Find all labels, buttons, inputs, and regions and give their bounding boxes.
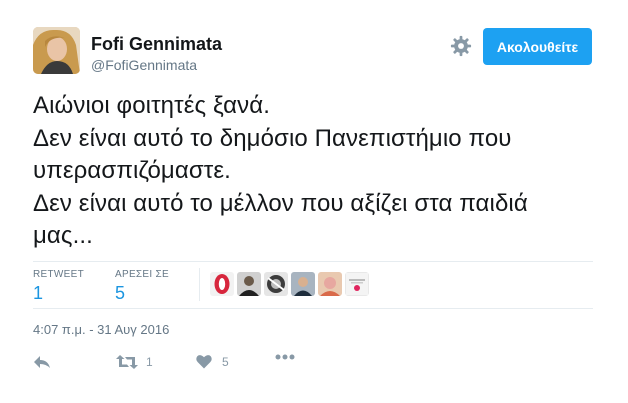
stats-separator: [199, 268, 200, 301]
retweet-icon: [116, 355, 138, 369]
like-count: 5: [222, 354, 229, 369]
gear-icon[interactable]: [450, 35, 472, 57]
tweet-line: Δεν είναι αυτό το μέλλον που αξίζει στα …: [33, 189, 528, 217]
reply-icon: [34, 356, 50, 368]
tweet-line: Δεν είναι αυτό το δημόσιο Πανεπιστήμιο π…: [33, 124, 512, 152]
more-button[interactable]: [275, 354, 295, 360]
liker-avatar[interactable]: [237, 272, 261, 296]
tweet-timestamp[interactable]: 4:07 π.μ. - 31 Αυγ 2016: [33, 322, 169, 337]
heart-icon: [196, 355, 212, 369]
tweet-line: υπερασπιζόμαστε.: [33, 157, 231, 184]
divider: [33, 261, 593, 262]
liker-avatar[interactable]: [291, 272, 315, 296]
divider: [33, 308, 593, 309]
liker-avatar[interactable]: [264, 272, 288, 296]
profile-photo: [33, 27, 80, 74]
retweet-count: 1: [146, 355, 153, 369]
liker-avatars: [210, 272, 369, 296]
likes-count[interactable]: 5: [115, 283, 125, 304]
tweet-line: Αιώνιοι φοιτητές ξανά.: [33, 92, 270, 119]
liker-avatar[interactable]: [210, 272, 234, 296]
reply-button[interactable]: [33, 354, 51, 370]
retweets-count[interactable]: 1: [33, 283, 43, 304]
tweet-text: Αιώνιοι φοιτητές ξανά. Δεν είναι αυτό το…: [33, 90, 603, 253]
liker-avatar[interactable]: [345, 272, 369, 296]
display-name[interactable]: Fofi Gennimata: [91, 34, 222, 55]
retweet-button[interactable]: 1: [116, 354, 153, 370]
avatar[interactable]: [33, 27, 80, 74]
following-button[interactable]: Ακολουθείτε: [483, 28, 592, 65]
like-button[interactable]: 5: [196, 354, 229, 369]
tweet-line: μας...: [33, 222, 93, 249]
user-handle[interactable]: @FofiGennimata: [91, 57, 197, 73]
likes-label[interactable]: ΑΡΕΣΕΙ ΣΕ: [115, 269, 169, 280]
more-icon: [275, 354, 295, 360]
liker-avatar[interactable]: [318, 272, 342, 296]
retweets-label[interactable]: RETWEET: [33, 269, 84, 280]
